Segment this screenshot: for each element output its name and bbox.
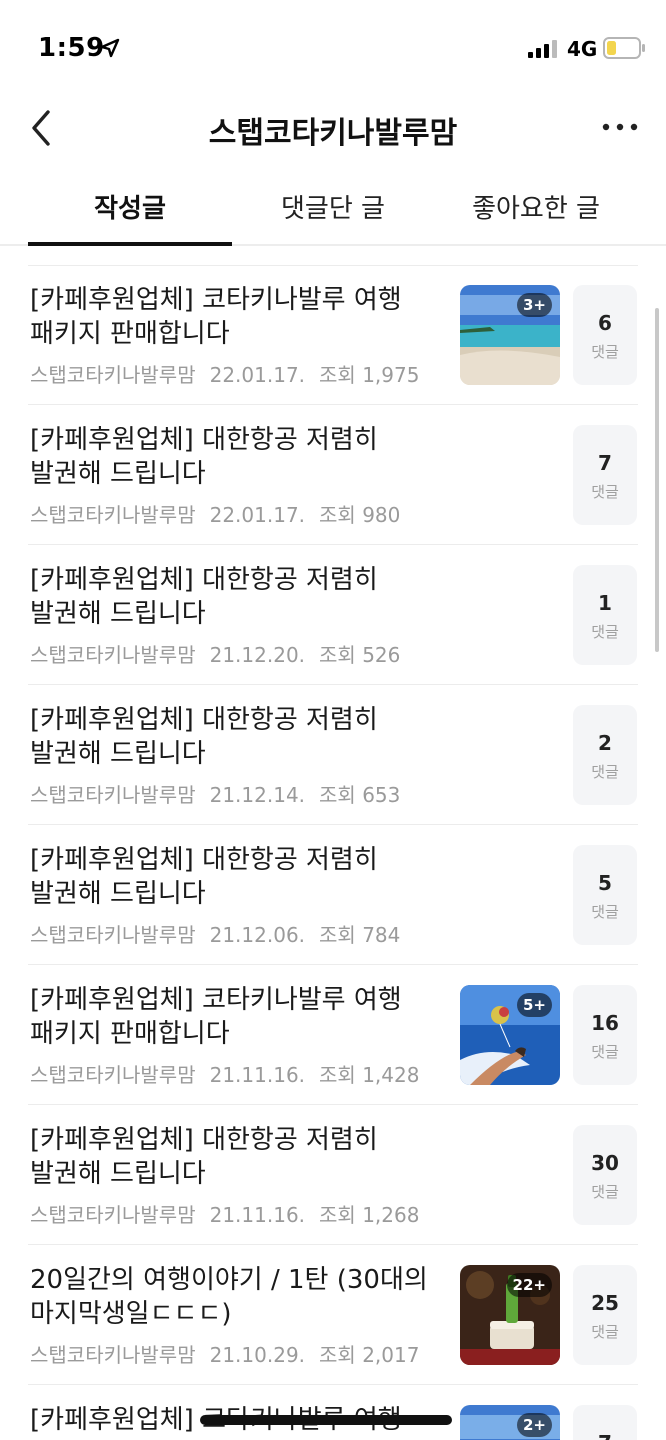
post-title: [카페후원업체] 코타키나발루 여행 패키지 판매합니다 xyxy=(30,985,402,1049)
comment-count-button[interactable]: 7 댓글 xyxy=(573,425,637,525)
comment-count-button[interactable]: 5 댓글 xyxy=(573,845,637,945)
post-row[interactable]: [카페후원업체] 대한항공 저렴히 발권해 드립니다 스탭코타키나발루맘 21.1… xyxy=(0,685,666,825)
post-date: 21.10.29. xyxy=(209,1343,306,1367)
battery-icon xyxy=(603,37,645,59)
post-thumbnail[interactable]: 3+ xyxy=(460,285,560,385)
comment-count-button[interactable]: 2 댓글 xyxy=(573,705,637,805)
comment-label: 댓글 xyxy=(591,763,619,781)
post-meta: 스탭코타키나발루맘 21.12.06. 조회 784 xyxy=(30,919,414,948)
comment-label: 댓글 xyxy=(591,1323,619,1341)
comment-label: 댓글 xyxy=(591,1183,619,1201)
post-author: 스탭코타키나발루맘 xyxy=(30,1343,196,1367)
post-views: 조회 526 xyxy=(319,643,401,667)
post-meta: 스탭코타키나발루맘 22.01.17. 조회 980 xyxy=(30,499,414,528)
comment-count: 1 xyxy=(598,591,612,615)
page-title: 스탭코타키나발루맘 xyxy=(208,116,458,151)
post-thumbnail[interactable]: 5+ xyxy=(460,985,560,1085)
post-row[interactable]: [카페후원업체] 대한항공 저렴히 발권해 드립니다 스탭코타키나발루맘 21.1… xyxy=(0,825,666,965)
comment-count-button[interactable]: 1 댓글 xyxy=(573,565,637,665)
comment-label: 댓글 xyxy=(591,903,619,921)
post-thumbnail[interactable]: 2+ xyxy=(460,1405,560,1440)
tab-commented-posts[interactable]: 댓글단 글 xyxy=(232,188,434,246)
post-title: 20일간의 여행이야기 / 1탄 (30대의 마지막생일ㄷㄷㄷ) xyxy=(30,1265,428,1329)
comment-label: 댓글 xyxy=(591,623,619,641)
comment-label: 댓글 xyxy=(591,1043,619,1061)
image-count-badge: 22+ xyxy=(506,1273,552,1297)
profile-tabs: 작성글 댓글단 글 좋아요한 글 xyxy=(0,170,666,246)
navigation-bar: 스탭코타키나발루맘 xyxy=(0,96,666,160)
post-author: 스탭코타키나발루맘 xyxy=(30,1203,196,1227)
image-count-badge: 3+ xyxy=(516,293,552,317)
post-views: 조회 653 xyxy=(319,783,401,807)
post-views: 조회 784 xyxy=(319,923,401,947)
status-bar: 1:59 4G xyxy=(0,0,666,96)
scrollbar[interactable] xyxy=(655,308,659,652)
comment-count: 2 xyxy=(598,731,612,755)
post-title: [카페후원업체] 대한항공 저렴히 발권해 드립니다 xyxy=(30,425,378,489)
post-title: [카페후원업체] 대한항공 저렴히 발권해 드립니다 xyxy=(30,705,378,769)
post-author: 스탭코타키나발루맘 xyxy=(30,1063,196,1087)
comment-count-button[interactable]: 6 댓글 xyxy=(573,285,637,385)
cellular-signal-icon xyxy=(528,40,557,58)
more-dots-icon[interactable] xyxy=(600,116,640,138)
comment-count: 5 xyxy=(598,871,612,895)
comment-count: 7 xyxy=(598,451,612,475)
post-title: [카페후원업체] 대한항공 저렴히 발권해 드립니다 xyxy=(30,1125,378,1189)
post-meta: 스탭코타키나발루맘 21.12.14. 조회 653 xyxy=(30,779,414,808)
post-row[interactable]: [카페후원업체] 대한항공 저렴히 발권해 드립니다 스탭코타키나발루맘 21.1… xyxy=(0,1105,666,1245)
post-author: 스탭코타키나발루맘 xyxy=(30,363,196,387)
post-date: 21.11.16. xyxy=(209,1203,306,1227)
post-row[interactable]: [카페후원업체] 코타키나발루 여행 패키지 판매합니다 스탭코타키나발루맘 21… xyxy=(0,965,666,1105)
post-row[interactable]: 20일간의 여행이야기 / 1탄 (30대의 마지막생일ㄷㄷㄷ) 스탭코타키나발… xyxy=(0,1245,666,1385)
comment-count: 25 xyxy=(591,1291,619,1315)
post-views: 조회 2,017 xyxy=(319,1343,420,1367)
image-count-badge: 2+ xyxy=(516,1413,552,1437)
post-meta: 스탭코타키나발루맘 21.11.16. 조회 1,428 xyxy=(30,1059,433,1088)
tab-written-posts[interactable]: 작성글 xyxy=(28,188,232,246)
post-author: 스탭코타키나발루맘 xyxy=(30,643,196,667)
post-title: [카페후원업체] 대한항공 저렴히 발권해 드립니다 xyxy=(30,565,378,629)
post-author: 스탭코타키나발루맘 xyxy=(30,783,196,807)
image-count-badge: 5+ xyxy=(516,993,552,1017)
tab-liked-posts[interactable]: 좋아요한 글 xyxy=(434,188,638,246)
comment-label: 댓글 xyxy=(591,343,619,361)
post-author: 스탭코타키나발루맘 xyxy=(30,503,196,527)
post-meta: 스탭코타키나발루맘 22.01.17. 조회 1,975 xyxy=(30,359,433,388)
post-row[interactable]: [카페후원업체] 코타키나발루 여행 패키지 판매합니다 스탭코타키나발루맘 22… xyxy=(0,265,666,405)
comment-label: 댓글 xyxy=(591,483,619,501)
comment-count: 6 xyxy=(598,311,612,335)
comment-count-button[interactable]: 7 xyxy=(573,1405,637,1440)
network-type: 4G xyxy=(567,37,598,61)
post-date: 21.12.20. xyxy=(209,643,306,667)
comment-count: 16 xyxy=(591,1011,619,1035)
status-time: 1:59 xyxy=(38,33,105,63)
post-row[interactable]: [카페후원업체] 대한항공 저렴히 발권해 드립니다 스탭코타키나발루맘 21.1… xyxy=(0,545,666,685)
post-meta: 스탭코타키나발루맘 21.10.29. 조회 2,017 xyxy=(30,1339,433,1368)
location-arrow-icon xyxy=(100,38,120,58)
post-date: 21.12.14. xyxy=(209,783,306,807)
comment-count-button[interactable]: 16 댓글 xyxy=(573,985,637,1085)
post-author: 스탭코타키나발루맘 xyxy=(30,923,196,947)
post-date: 21.11.16. xyxy=(209,1063,306,1087)
post-views: 조회 1,428 xyxy=(319,1063,420,1087)
post-meta: 스탭코타키나발루맘 21.12.20. 조회 526 xyxy=(30,639,414,668)
comment-count-button[interactable]: 25 댓글 xyxy=(573,1265,637,1365)
post-row[interactable]: [카페후원업체] 코타키나발루 여행 2+ 7 xyxy=(0,1385,666,1440)
active-tab-indicator xyxy=(28,242,232,246)
post-title: [카페후원업체] 코타키나발루 여행 패키지 판매합니다 xyxy=(30,285,402,349)
comment-count-button[interactable]: 30 댓글 xyxy=(573,1125,637,1225)
post-thumbnail[interactable]: 22+ xyxy=(460,1265,560,1365)
post-views: 조회 1,975 xyxy=(319,363,420,387)
home-indicator[interactable] xyxy=(200,1415,452,1425)
comment-count: 30 xyxy=(591,1151,619,1175)
post-views: 조회 1,268 xyxy=(319,1203,420,1227)
post-date: 22.01.17. xyxy=(209,503,306,527)
post-row[interactable]: [카페후원업체] 대한항공 저렴히 발권해 드립니다 스탭코타키나발루맘 22.0… xyxy=(0,405,666,545)
post-date: 22.01.17. xyxy=(209,363,306,387)
comment-count: 7 xyxy=(573,1431,637,1440)
post-meta: 스탭코타키나발루맘 21.11.16. 조회 1,268 xyxy=(30,1199,433,1228)
post-title: [카페후원업체] 대한항공 저렴히 발권해 드립니다 xyxy=(30,845,378,909)
post-date: 21.12.06. xyxy=(209,923,306,947)
post-views: 조회 980 xyxy=(319,503,401,527)
